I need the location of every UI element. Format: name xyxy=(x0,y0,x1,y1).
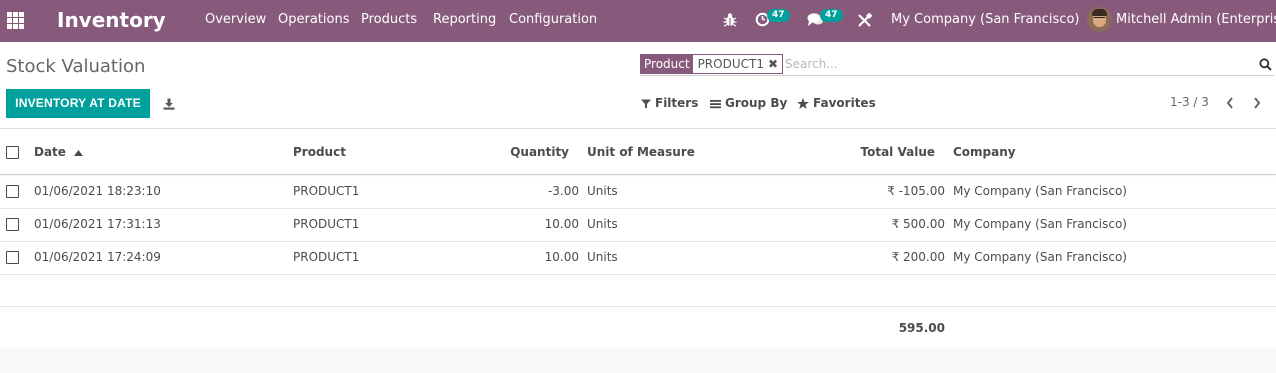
facet-label: Product xyxy=(641,55,693,73)
total-value-sum: 595.00 xyxy=(898,321,945,335)
menu-configuration[interactable]: Configuration xyxy=(509,12,597,28)
company-switcher[interactable]: My Company (San Francisco) xyxy=(891,12,1079,28)
table-footer: 595.00 xyxy=(0,306,1276,348)
select-all-checkbox[interactable] xyxy=(6,146,19,159)
facet-value: PRODUCT1 xyxy=(692,55,768,73)
facet-remove-icon[interactable]: ✖ xyxy=(768,55,782,73)
menu-operations[interactable]: Operations xyxy=(278,12,349,28)
column-date[interactable]: Date xyxy=(34,145,84,160)
search-icon[interactable] xyxy=(1259,56,1272,75)
search-bar: Product PRODUCT1 ✖ xyxy=(640,53,1274,76)
column-total-value[interactable]: Total Value xyxy=(835,145,935,160)
group-by-label: Group By xyxy=(725,96,788,110)
top-navbar: Inventory Overview Operations Products R… xyxy=(0,0,1276,42)
menu-reporting[interactable]: Reporting xyxy=(433,12,496,28)
row-checkbox[interactable] xyxy=(6,251,19,264)
menu-overview[interactable]: Overview xyxy=(205,12,266,28)
favorites-label: Favorites xyxy=(813,96,876,110)
table-row[interactable]: 01/06/2021 17:24:09 PRODUCT1 10.00 Units… xyxy=(0,242,1276,275)
cell-date: 01/06/2021 17:31:13 xyxy=(34,217,161,231)
app-title[interactable]: Inventory xyxy=(57,6,166,34)
cell-quantity: 10.00 xyxy=(544,217,579,231)
row-checkbox[interactable] xyxy=(6,218,19,231)
cell-total-value: ₹ 200.00 xyxy=(891,250,945,264)
user-menu[interactable]: Mitchell Admin (Enterprise) xyxy=(1116,12,1276,28)
filters-button[interactable]: Filters xyxy=(641,96,698,111)
filter-icon xyxy=(641,99,651,108)
filters-label: Filters xyxy=(655,96,699,110)
table-row[interactable]: 01/06/2021 17:31:13 PRODUCT1 10.00 Units… xyxy=(0,209,1276,242)
column-product[interactable]: Product xyxy=(293,145,346,160)
column-company[interactable]: Company xyxy=(953,145,1016,160)
cell-company: My Company (San Francisco) xyxy=(953,250,1127,264)
inventory-at-date-button[interactable]: INVENTORY AT DATE xyxy=(6,89,150,118)
cell-uom: Units xyxy=(587,217,618,231)
table-bottom-area xyxy=(0,348,1276,373)
cell-uom: Units xyxy=(587,250,618,264)
cell-company: My Company (San Francisco) xyxy=(953,217,1127,231)
tools-icon[interactable] xyxy=(857,12,873,32)
sort-asc-icon xyxy=(74,145,84,160)
group-by-button[interactable]: Group By xyxy=(710,96,787,111)
star-icon xyxy=(797,98,809,109)
column-date-label: Date xyxy=(34,145,66,159)
cell-total-value: ₹ -105.00 xyxy=(887,184,945,198)
cell-uom: Units xyxy=(587,184,618,198)
cell-quantity: 10.00 xyxy=(544,250,579,264)
row-checkbox[interactable] xyxy=(6,185,19,198)
activity-badge: 47 xyxy=(767,9,790,22)
table-row[interactable]: 01/06/2021 18:23:10 PRODUCT1 -3.00 Units… xyxy=(0,176,1276,209)
menu-products[interactable]: Products xyxy=(361,12,417,28)
table-header: Date Product Quantity Unit of Measure To… xyxy=(0,128,1276,175)
cell-quantity: -3.00 xyxy=(547,184,579,198)
download-icon[interactable] xyxy=(163,95,175,114)
pager-value[interactable]: 1-3 / 3 xyxy=(1170,95,1209,110)
chevron-right-icon[interactable] xyxy=(1252,95,1262,114)
cell-total-value: ₹ 500.00 xyxy=(891,217,945,231)
search-facet: Product PRODUCT1 ✖ xyxy=(640,54,784,74)
avatar[interactable] xyxy=(1087,7,1112,32)
cell-date: 01/06/2021 18:23:10 xyxy=(34,184,161,198)
bug-icon[interactable] xyxy=(723,12,737,31)
cell-product: PRODUCT1 xyxy=(293,184,360,198)
cell-product: PRODUCT1 xyxy=(293,250,360,264)
favorites-button[interactable]: Favorites xyxy=(797,96,876,111)
cell-date: 01/06/2021 17:24:09 xyxy=(34,250,161,264)
apps-grid-icon[interactable] xyxy=(7,12,24,29)
cell-product: PRODUCT1 xyxy=(293,217,360,231)
search-input[interactable] xyxy=(785,54,1245,74)
column-unit-of-measure[interactable]: Unit of Measure xyxy=(587,145,695,160)
messages-badge: 47 xyxy=(820,9,843,22)
column-quantity[interactable]: Quantity xyxy=(469,145,569,160)
cell-company: My Company (San Francisco) xyxy=(953,184,1127,198)
bars-icon xyxy=(710,99,721,108)
page-title: Stock Valuation xyxy=(6,56,146,77)
chevron-left-icon[interactable] xyxy=(1225,95,1235,114)
